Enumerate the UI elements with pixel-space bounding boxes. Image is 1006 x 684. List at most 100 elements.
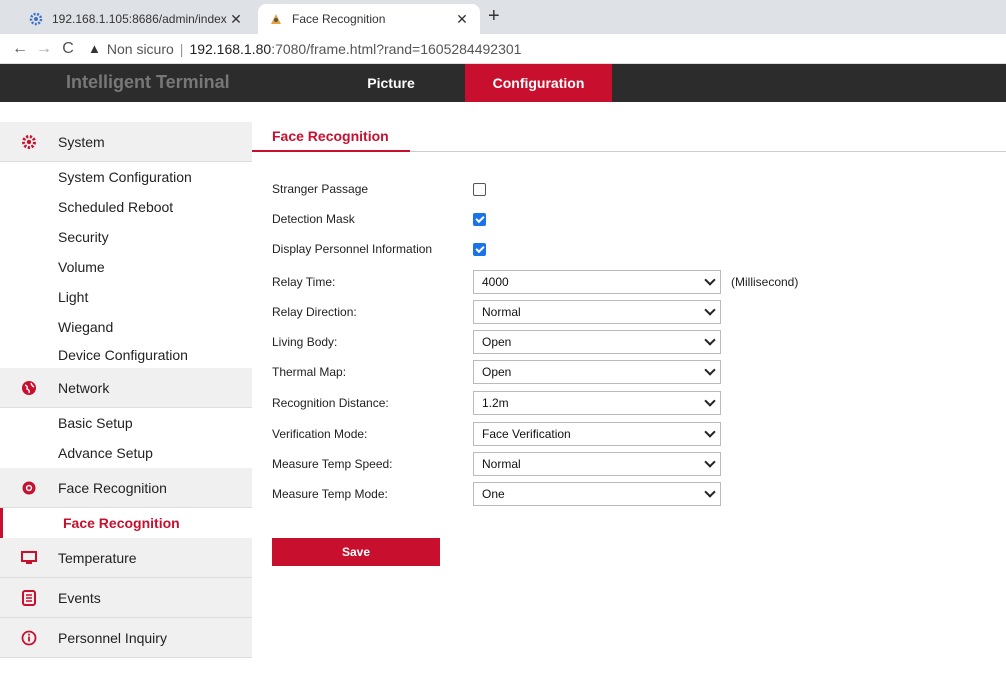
chevron-down-icon [704, 426, 716, 438]
sidebar-item-scheduled-reboot[interactable]: Scheduled Reboot [0, 192, 252, 222]
relay-time-label: Relay Time: [272, 275, 336, 289]
thermal-map-label: Thermal Map: [272, 365, 347, 379]
chevron-down-icon [704, 304, 716, 316]
verification-mode-select[interactable]: Face Verification [473, 422, 721, 446]
sidebar-section-events[interactable]: Events [0, 578, 252, 618]
chevron-down-icon [704, 395, 716, 407]
verification-mode-value: Face Verification [482, 427, 571, 441]
measure-temp-speed-label: Measure Temp Speed: [272, 457, 393, 471]
face-recognition-icon [20, 479, 38, 497]
sidebar-item-system-configuration[interactable]: System Configuration [0, 162, 252, 192]
reload-icon[interactable]: C [56, 40, 80, 58]
recognition-distance-label: Recognition Distance: [272, 396, 389, 410]
sidebar-item-face-recognition[interactable]: Face Recognition [0, 508, 252, 538]
relay-time-unit: (Millisecond) [731, 275, 799, 289]
sidebar-item-device-configuration[interactable]: Device Configuration [0, 342, 252, 368]
info-icon [20, 629, 38, 647]
site-favicon-icon [268, 11, 284, 27]
browser-tab-title: Face Recognition [292, 12, 386, 26]
back-arrow-icon[interactable]: ← [8, 40, 32, 58]
stranger-passage-row: Stranger Passage [272, 174, 812, 204]
relay-direction-row: Relay Direction: Normal [272, 297, 812, 327]
content-tab-row: Face Recognition [252, 122, 1006, 152]
thermal-map-row: Thermal Map: Open [272, 357, 812, 387]
sidebar-item-security[interactable]: Security [0, 222, 252, 252]
thermal-map-select[interactable]: Open [473, 360, 721, 384]
browser-tab-strip: 192.168.1.105:8686/admin/index ✕ Face Re… [0, 0, 1006, 34]
app-title: Intelligent Terminal [66, 72, 230, 92]
sidebar-section-label: System [58, 133, 105, 150]
nav-picture[interactable]: Picture [318, 64, 464, 102]
new-tab-icon[interactable]: + [488, 5, 500, 28]
measure-temp-mode-row: Measure Temp Mode: One [272, 479, 812, 509]
relay-direction-select[interactable]: Normal [473, 300, 721, 324]
recognition-distance-select[interactable]: 1.2m [473, 391, 721, 415]
sidebar: System System Configuration Scheduled Re… [0, 122, 252, 684]
sidebar-section-face-recognition[interactable]: Face Recognition [0, 468, 252, 508]
sidebar-section-system[interactable]: System [0, 122, 252, 162]
nav-configuration[interactable]: Configuration [465, 64, 612, 102]
chevron-down-icon [704, 364, 716, 376]
chevron-down-icon [704, 274, 716, 286]
forward-arrow-icon[interactable]: → [32, 40, 56, 58]
sidebar-section-network[interactable]: Network [0, 368, 252, 408]
chevron-down-icon [704, 486, 716, 498]
sidebar-section-temperature[interactable]: Temperature [0, 538, 252, 578]
sidebar-item-basic-setup[interactable]: Basic Setup [0, 408, 252, 438]
browser-tab-face-recognition[interactable]: Face Recognition ✕ [258, 4, 480, 34]
url-input[interactable]: ▲ Non sicuro | 192.168.1.80 :7080/frame.… [88, 41, 521, 57]
sidebar-item-wiegand[interactable]: Wiegand [0, 312, 252, 342]
measure-temp-mode-label: Measure Temp Mode: [272, 487, 388, 501]
display-personnel-info-row: Display Personnel Information [272, 234, 812, 264]
sidebar-section-label: Temperature [58, 549, 137, 566]
measure-temp-speed-value: Normal [482, 457, 521, 471]
relay-time-select[interactable]: 4000 [473, 270, 721, 294]
url-separator: | [179, 40, 184, 57]
sidebar-section-label: Face Recognition [58, 479, 167, 496]
measure-temp-speed-row: Measure Temp Speed: Normal [272, 449, 812, 479]
relay-time-value: 4000 [482, 275, 509, 289]
measure-temp-mode-select[interactable]: One [473, 482, 721, 506]
sidebar-section-label: Network [58, 379, 110, 396]
sidebar-section-label: Personnel Inquiry [58, 629, 167, 646]
security-status: Non sicuro [106, 40, 174, 57]
living-body-label: Living Body: [272, 335, 338, 349]
save-button[interactable]: Save [272, 538, 440, 566]
measure-temp-speed-select[interactable]: Normal [473, 452, 721, 476]
stranger-passage-checkbox[interactable] [473, 182, 486, 196]
stranger-passage-label: Stranger Passage [272, 182, 369, 196]
monitor-icon [20, 549, 38, 567]
sidebar-item-volume[interactable]: Volume [0, 252, 252, 282]
close-tab-icon[interactable]: ✕ [228, 11, 244, 28]
detection-mask-label: Detection Mask [272, 212, 355, 226]
browser-tab-title: 192.168.1.105:8686/admin/index [52, 12, 227, 26]
display-personnel-info-checkbox[interactable] [473, 242, 486, 256]
living-body-row: Living Body: Open [272, 327, 812, 357]
relay-time-row: Relay Time: 4000 (Millisecond) [272, 267, 812, 297]
chevron-down-icon [704, 456, 716, 468]
gear-icon [28, 11, 44, 27]
address-bar: ← → C ▲ Non sicuro | 192.168.1.80 :7080/… [0, 34, 1006, 64]
living-body-select[interactable]: Open [473, 330, 721, 354]
recognition-distance-row: Recognition Distance: 1.2m [272, 388, 812, 418]
browser-tab-admin[interactable]: 192.168.1.105:8686/admin/index ✕ [18, 4, 254, 34]
sidebar-item-advance-setup[interactable]: Advance Setup [0, 438, 252, 468]
detection-mask-checkbox[interactable] [473, 212, 486, 226]
verification-mode-row: Verification Mode: Face Verification [272, 419, 812, 449]
living-body-value: Open [482, 335, 512, 349]
sidebar-section-label: Events [58, 589, 101, 606]
sidebar-item-light[interactable]: Light [0, 282, 252, 312]
verification-mode-label: Verification Mode: [272, 427, 368, 441]
main-panel: Face Recognition Stranger Passage Detect… [252, 122, 1006, 684]
relay-direction-value: Normal [482, 305, 521, 319]
detection-mask-row: Detection Mask [272, 204, 812, 234]
globe-icon [20, 379, 38, 397]
app-header: Intelligent Terminal Picture Configurati… [0, 64, 1006, 102]
relay-direction-label: Relay Direction: [272, 305, 357, 319]
close-tab-icon[interactable]: ✕ [454, 11, 470, 28]
thermal-map-value: Open [482, 365, 512, 379]
sidebar-section-personnel-inquiry[interactable]: Personnel Inquiry [0, 618, 252, 658]
gear-icon [20, 133, 38, 151]
recognition-distance-value: 1.2m [482, 396, 509, 410]
tab-face-recognition[interactable]: Face Recognition [252, 122, 410, 152]
